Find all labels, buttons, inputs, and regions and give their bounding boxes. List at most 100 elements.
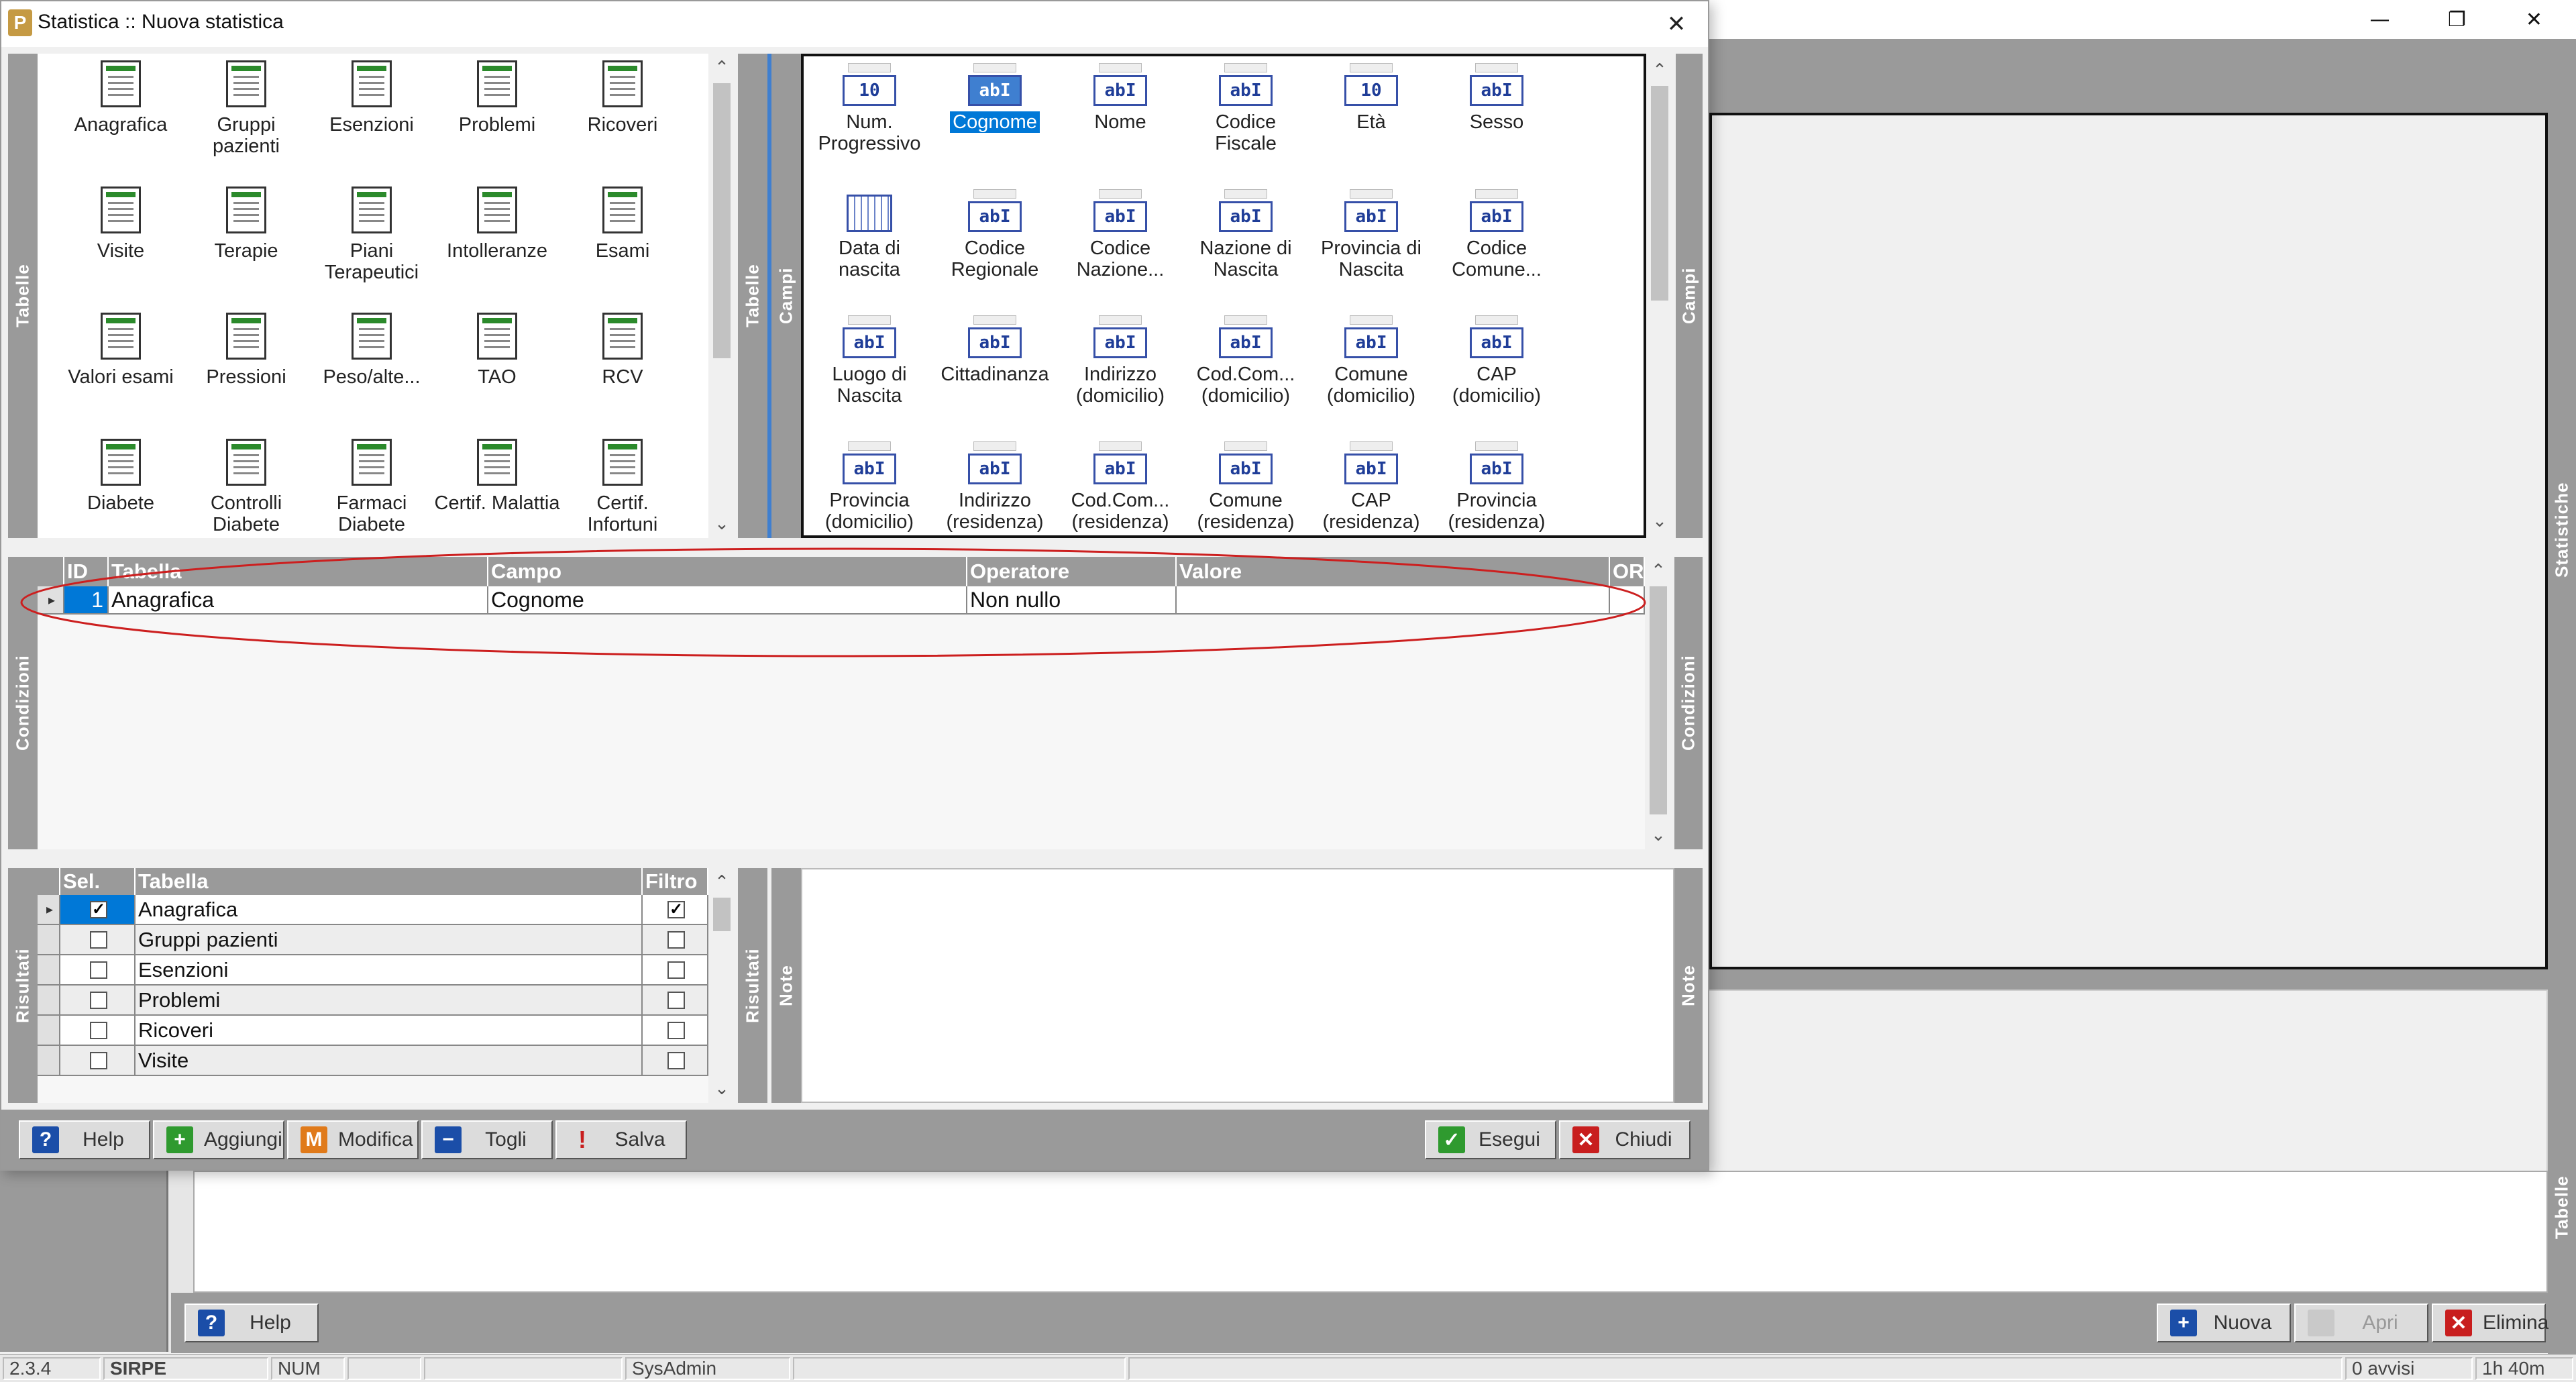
apri-button[interactable]: Apri <box>2294 1304 2428 1342</box>
esegui-button[interactable]: ✓ Esegui <box>1425 1120 1556 1159</box>
table-item[interactable]: Esami <box>559 187 686 262</box>
table-item[interactable]: Diabete <box>58 439 184 514</box>
togli-button[interactable]: − Togli <box>421 1120 553 1159</box>
table-item[interactable]: Esenzioni <box>309 60 435 136</box>
field-item[interactable]: abI Nazione di Nascita <box>1183 189 1309 280</box>
sel-checkbox[interactable] <box>90 1021 107 1039</box>
table-item[interactable]: Problemi <box>434 60 560 136</box>
field-item[interactable]: abI Indirizzo (domicilio) <box>1057 315 1183 407</box>
result-table-name[interactable]: Gruppi pazienti <box>136 925 643 955</box>
field-item[interactable]: abI Indirizzo (residenza) <box>932 441 1058 533</box>
cond-cell-campo[interactable]: Cognome <box>488 586 967 615</box>
result-table-name[interactable]: Problemi <box>136 986 643 1016</box>
sel-cell[interactable] <box>60 986 136 1016</box>
status-avvisi[interactable]: 0 avvisi <box>2345 1357 2473 1380</box>
table-item[interactable]: Intolleranze <box>434 187 560 262</box>
table-item[interactable]: Certif. Malattia <box>434 439 560 514</box>
results-scrollbar[interactable]: ⌃ ⌄ <box>708 868 738 1103</box>
filtro-checkbox[interactable]: ✓ <box>667 900 685 918</box>
filtro-cell[interactable] <box>643 955 708 986</box>
cond-cell-or[interactable] <box>1610 586 1645 615</box>
scroll-thumb[interactable] <box>713 898 731 931</box>
filtro-checkbox[interactable] <box>667 961 685 979</box>
fields-icon-grid[interactable]: 10 Num. Progressivo abI Cognome abI Nome abI Co… <box>801 54 1646 538</box>
field-item[interactable]: abI Provincia (domicilio) <box>806 441 932 533</box>
field-item[interactable]: abI Comune (domicilio) <box>1308 315 1434 407</box>
field-item[interactable]: 10 Num. Progressivo <box>806 63 932 154</box>
table-item[interactable]: Valori esami <box>58 313 184 388</box>
result-table-name[interactable]: Ricoveri <box>136 1016 643 1046</box>
filtro-checkbox[interactable] <box>667 1051 685 1069</box>
field-item[interactable]: abI Cod.Com... (domicilio) <box>1183 315 1309 407</box>
statistics-text-area[interactable] <box>193 1171 2548 1293</box>
scroll-thumb[interactable] <box>1650 586 1667 814</box>
elimina-button[interactable]: ✕ Elimina <box>2432 1304 2548 1342</box>
sel-cell[interactable] <box>60 1046 136 1076</box>
table-item[interactable]: Pressioni <box>183 313 309 388</box>
cond-cell-id[interactable]: 1 <box>64 586 109 615</box>
filtro-checkbox[interactable] <box>667 1021 685 1039</box>
table-item[interactable]: Piani Terapeutici <box>309 187 435 283</box>
field-item[interactable]: abI Cognome <box>932 63 1058 133</box>
close-window-button[interactable]: ✕ <box>2496 0 2573 39</box>
field-item[interactable]: abI Codice Regionale <box>932 189 1058 280</box>
scroll-down-icon[interactable]: ⌄ <box>708 1075 735 1102</box>
scroll-up-icon[interactable]: ⌃ <box>708 54 735 81</box>
col-valore[interactable]: Valore <box>1177 557 1610 586</box>
sel-cell[interactable] <box>60 955 136 986</box>
table-item[interactable]: Farmaci Diabete <box>309 439 435 535</box>
help-button[interactable]: ? Help <box>19 1120 150 1159</box>
nuova-button[interactable]: + Nuova <box>2157 1304 2291 1342</box>
scroll-thumb[interactable] <box>713 83 731 358</box>
filtro-cell[interactable] <box>643 925 708 955</box>
field-item[interactable]: abI Codice Comune... <box>1434 189 1560 280</box>
field-item[interactable]: abI Codice Fiscale <box>1183 63 1309 154</box>
sel-cell[interactable] <box>60 925 136 955</box>
sel-cell[interactable]: ✓ <box>60 895 136 925</box>
field-item[interactable]: abI Nome <box>1057 63 1183 133</box>
field-item[interactable]: abI Comune (residenza) <box>1183 441 1309 533</box>
main-help-button[interactable]: ? Help <box>184 1304 319 1342</box>
filtro-checkbox[interactable] <box>667 991 685 1009</box>
minimize-button[interactable]: — <box>2341 0 2418 39</box>
field-item[interactable]: abI Cittadinanza <box>932 315 1058 385</box>
sel-cell[interactable] <box>60 1016 136 1046</box>
field-item[interactable]: abI Luogo di Nascita <box>806 315 932 407</box>
cond-cell-valore[interactable] <box>1177 586 1610 615</box>
scroll-thumb[interactable] <box>1651 86 1668 301</box>
col-id[interactable]: ID <box>64 557 109 586</box>
field-item[interactable]: Data di nascita <box>806 189 932 280</box>
table-item[interactable]: Peso/alte... <box>309 313 435 388</box>
col-or[interactable]: OR <box>1610 557 1645 586</box>
cond-cell-tabella[interactable]: Anagrafica <box>109 586 488 615</box>
sel-checkbox[interactable] <box>90 931 107 949</box>
table-item[interactable]: Gruppi pazienti <box>183 60 309 157</box>
sel-checkbox[interactable] <box>90 991 107 1009</box>
sel-checkbox[interactable]: ✓ <box>90 900 107 918</box>
aggiungi-button[interactable]: + Aggiungi <box>153 1120 284 1159</box>
scroll-down-icon[interactable]: ⌄ <box>1646 507 1673 534</box>
field-item[interactable]: abI Sesso <box>1434 63 1560 133</box>
table-item[interactable]: Certif. Infortuni <box>559 439 686 535</box>
table-item[interactable]: Visite <box>58 187 184 262</box>
table-item[interactable]: Anagrafica <box>58 60 184 136</box>
table-item[interactable]: RCV <box>559 313 686 388</box>
table-item[interactable]: Controlli Diabete <box>183 439 309 535</box>
res-col-tabella[interactable]: Tabella <box>136 868 643 895</box>
scroll-down-icon[interactable]: ⌄ <box>708 510 735 537</box>
field-item[interactable]: 10 Età <box>1308 63 1434 133</box>
sel-checkbox[interactable] <box>90 1051 107 1069</box>
chiudi-button[interactable]: ✕ Chiudi <box>1559 1120 1690 1159</box>
filtro-cell[interactable] <box>643 986 708 1016</box>
col-operatore[interactable]: Operatore <box>967 557 1177 586</box>
modifica-button[interactable]: M Modifica <box>287 1120 419 1159</box>
filtro-cell[interactable] <box>643 1046 708 1076</box>
statistics-list-panel[interactable] <box>1709 113 2548 969</box>
sel-checkbox[interactable] <box>90 961 107 979</box>
scroll-up-icon[interactable]: ⌃ <box>1645 557 1672 584</box>
results-grid[interactable]: Sel. Tabella Filtro ▸ ✓ Anagrafica ✓ Gruppi … <box>38 868 708 1103</box>
salva-button[interactable]: ! Salva <box>555 1120 687 1159</box>
field-item[interactable]: abI Codice Nazione... <box>1057 189 1183 280</box>
res-col-filtro[interactable]: Filtro <box>643 868 708 895</box>
table-item[interactable]: Ricoveri <box>559 60 686 136</box>
